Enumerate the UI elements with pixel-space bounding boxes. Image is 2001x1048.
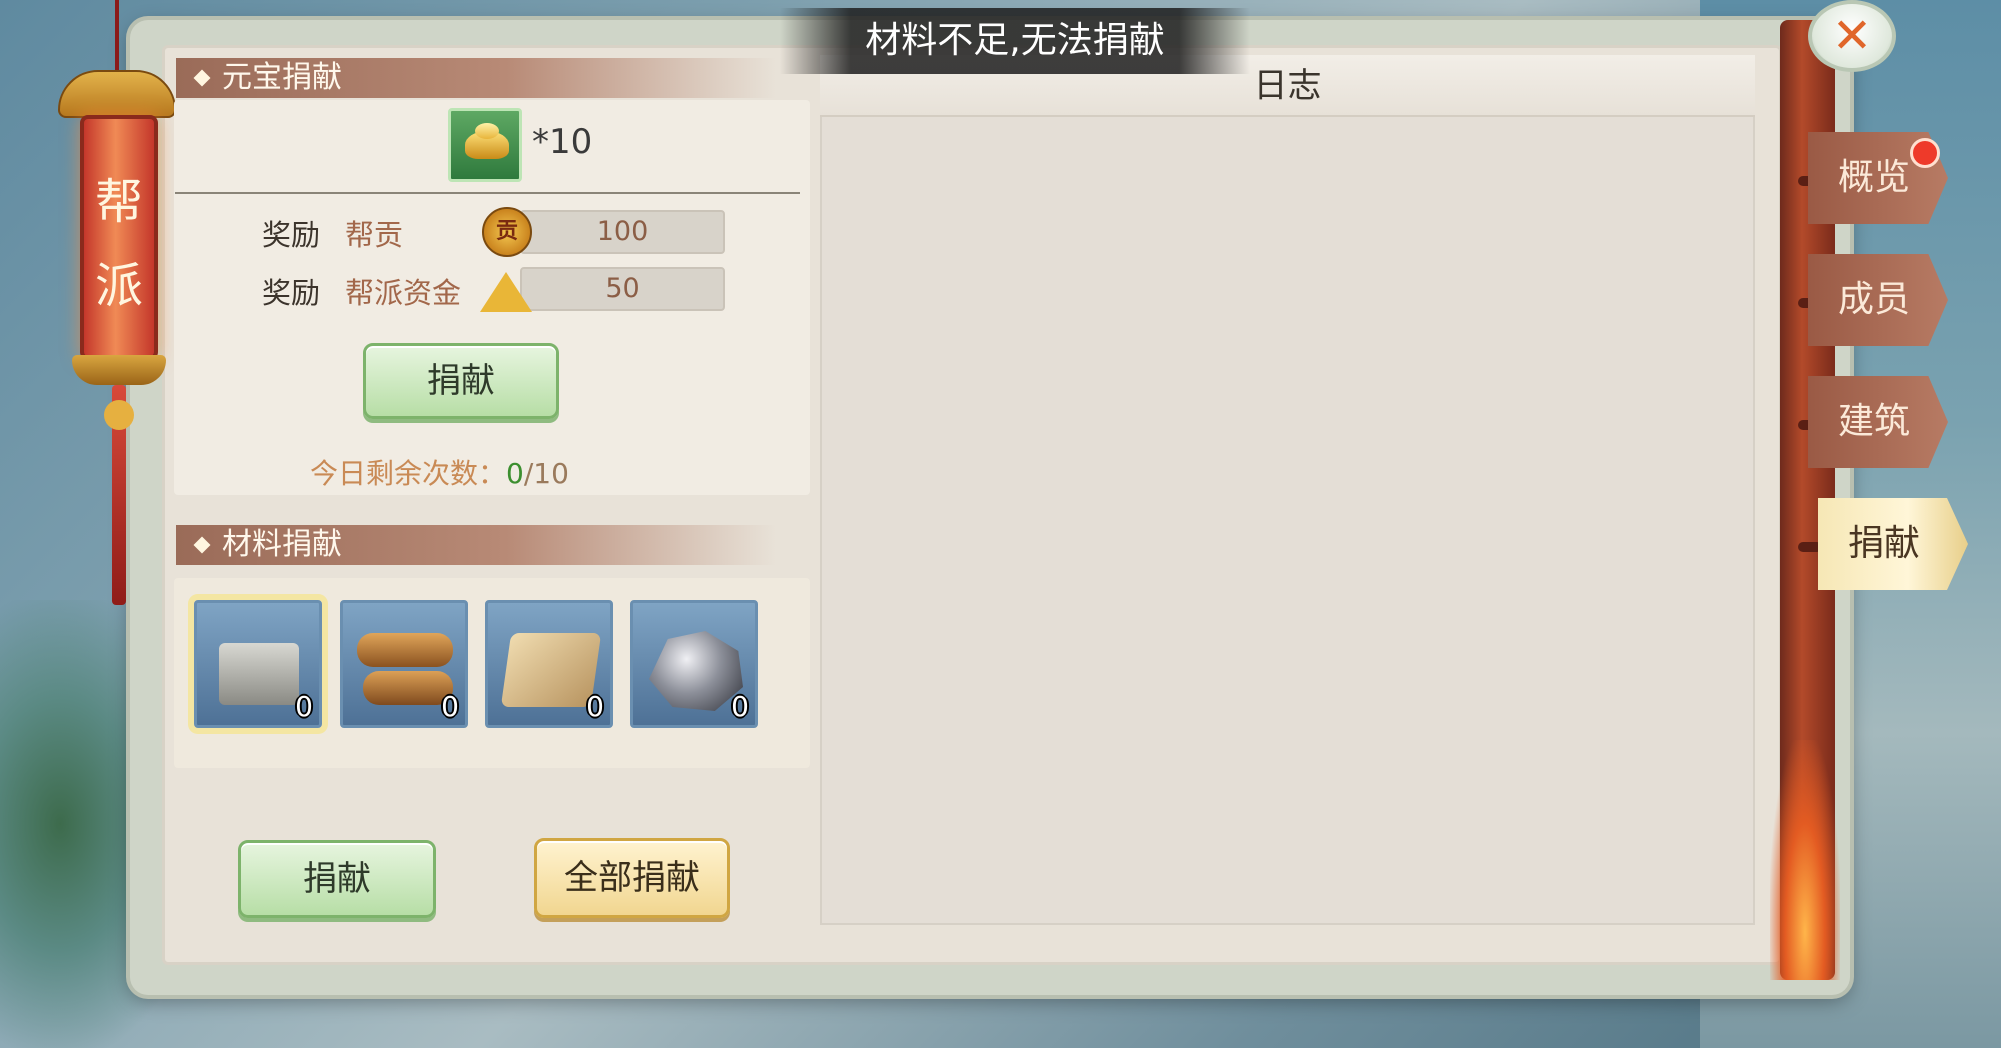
daily-remaining-label: 今日剩余次数： [310,457,507,490]
gold-ingot-icon-top [475,123,499,139]
reward-value-guild-funds: 50 [520,267,725,311]
stone-icon [219,643,299,705]
material-donate-button[interactable]: 捐献 [238,840,436,918]
material-slot-ore[interactable]: 0 [630,600,758,728]
material-donation-header: 材料捐献 [176,525,776,565]
lantern-string [115,0,119,80]
guild-contribution-coin-icon: 贡 [482,207,532,257]
reward-label: 奖励 [262,218,321,252]
donate-all-button[interactable]: 全部捐献 [534,838,730,918]
material-count: 0 [731,690,749,723]
log-panel[interactable] [820,55,1755,925]
reward-value-contribution: 100 [520,210,725,254]
spine-glow [1770,740,1840,980]
reward-name-contribution: 帮贡 [345,218,404,252]
wood-log-icon-lower [363,671,453,705]
material-count: 0 [586,690,604,723]
tab-members[interactable]: 成员 [1808,254,1948,346]
ingot-donate-button[interactable]: 捐献 [363,343,559,419]
daily-remaining-total: /10 [523,457,569,490]
diamond-bullet-icon [193,69,211,87]
reward-label: 奖励 [262,276,321,310]
gold-ingot-item-slot[interactable] [448,108,522,182]
tab-donate[interactable]: 捐献 [1818,498,1968,590]
wood-log-icon [357,633,453,667]
close-button[interactable]: ✕ [1808,0,1896,72]
material-slot-wood[interactable]: 0 [340,600,468,728]
daily-remaining-count: 今日剩余次数：0/10 [310,452,569,492]
material-count: 0 [295,690,313,723]
material-slot-stone[interactable]: 0 [194,600,322,728]
ingot-cost-count: *10 [532,122,593,162]
lantern-cap [58,70,176,118]
lantern-knot [104,400,134,430]
ore-icon [649,631,743,711]
daily-remaining-used: 0 [506,457,524,490]
ingot-donation-title: 元宝捐献 [222,60,342,95]
material-count: 0 [441,690,459,723]
ingot-donation-header: 元宝捐献 [176,58,776,98]
toast-message: 材料不足,无法捐献 [780,8,1250,74]
notification-badge [1910,138,1940,168]
material-donation-title: 材料捐献 [222,527,342,562]
section-divider [175,192,800,194]
guild-funds-gold-icon [480,272,532,312]
guild-lantern-label: 帮派 [94,174,143,314]
tab-buildings[interactable]: 建筑 [1808,376,1948,468]
material-slot-cloth[interactable]: 0 [485,600,613,728]
lantern-base [72,355,166,385]
diamond-bullet-icon [193,536,211,554]
reward-name-guild-funds: 帮派资金 [345,276,462,310]
